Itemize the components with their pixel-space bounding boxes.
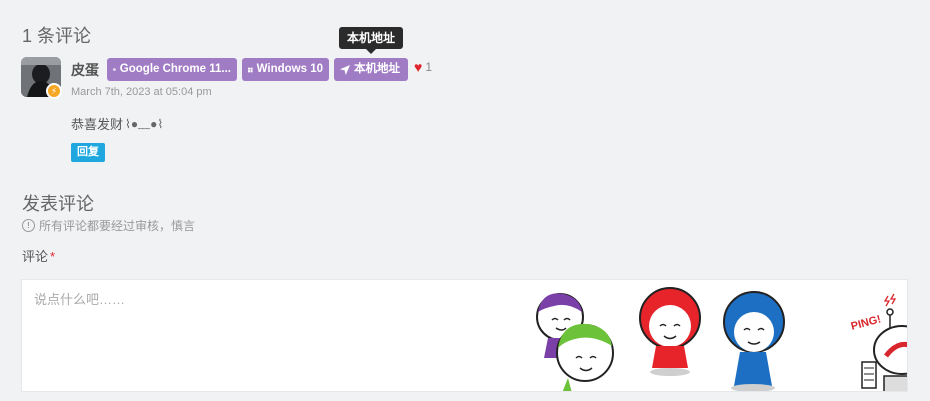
required-mark: * [50, 249, 56, 264]
comment-field-label: 评论 * [22, 246, 55, 265]
comment-textarea[interactable] [22, 280, 907, 391]
comment-emoji: ⌇●﹏●⌇ [125, 117, 164, 131]
comment-author[interactable]: 皮蛋 [71, 60, 99, 80]
os-tag-label: Windows 10 [256, 63, 323, 75]
os-tag: Windows 10 [242, 58, 329, 81]
comment-body: 恭喜发财 ⌇●﹏●⌇ [71, 114, 163, 133]
moderation-note: ! 所有评论都要经过审核，慎言 [22, 217, 195, 234]
comments-count-title: 1 条评论 [22, 26, 92, 46]
heart-icon: ♥ [414, 59, 423, 75]
location-arrow-icon [340, 64, 350, 75]
info-circle-icon: ! [22, 219, 35, 232]
chrome-icon [113, 68, 116, 71]
comment-field-label-text: 评论 [22, 249, 49, 264]
tooltip-arrow [366, 49, 376, 54]
location-tooltip: 本机地址 [339, 27, 403, 49]
verified-badge-icon: ⚡ [46, 83, 62, 99]
reply-button[interactable]: 回复 [71, 143, 105, 162]
comment-input-box[interactable]: PING! [21, 279, 908, 392]
location-tag-label: 本机地址 [354, 63, 400, 75]
browser-tag-label: Google Chrome 11... [119, 63, 231, 75]
comment-date: March 7th, 2023 at 05:04 pm [71, 86, 212, 98]
windows-icon [248, 67, 253, 72]
moderation-note-text: 所有评论都要经过审核，慎言 [39, 219, 196, 233]
browser-tag: Google Chrome 11... [107, 58, 237, 81]
location-tag[interactable]: 本机地址 [334, 58, 408, 81]
like-button[interactable]: ♥ 1 [414, 60, 432, 74]
comment-text: 恭喜发财 [71, 117, 124, 132]
like-count: 1 [425, 60, 432, 74]
comment-form-title: 发表评论 [22, 194, 94, 214]
